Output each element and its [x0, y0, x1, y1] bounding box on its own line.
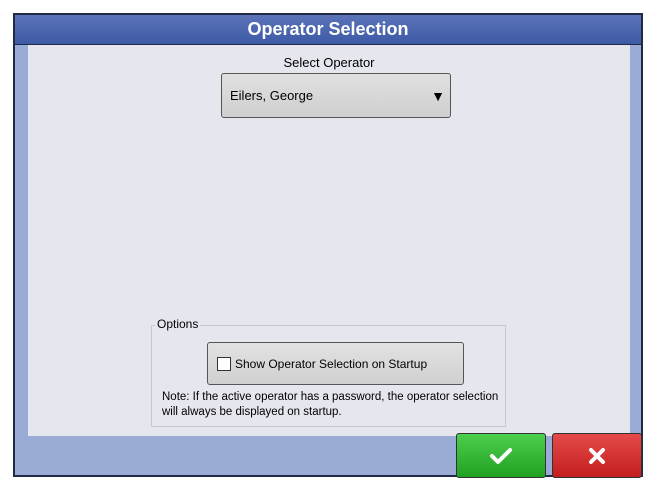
operator-dropdown[interactable]: Eilers, George ▼ — [221, 73, 451, 118]
confirm-button[interactable] — [456, 433, 546, 478]
checkmark-icon — [490, 447, 512, 465]
operator-dropdown-value: Eilers, George — [230, 88, 314, 103]
cancel-button[interactable] — [552, 433, 642, 478]
dialog-title: Operator Selection — [15, 15, 641, 45]
dialog-content: Select Operator Eilers, George ▼ Options… — [28, 45, 630, 436]
dropdown-arrow-icon: ▼ — [431, 88, 445, 104]
x-icon — [588, 447, 606, 465]
operator-selection-dialog: Operator Selection Select Operator Eiler… — [13, 13, 643, 478]
select-operator-label: Select Operator — [283, 55, 375, 70]
options-group: Options Show Operator Selection on Start… — [151, 317, 506, 427]
startup-checkbox[interactable] — [217, 356, 231, 371]
startup-checkbox-label: Show Operator Selection on Startup — [235, 356, 428, 371]
show-on-startup-toggle[interactable]: Show Operator Selection on Startup — [207, 342, 464, 385]
options-legend: Options — [155, 317, 201, 331]
password-note: Note: If the active operator has a passw… — [162, 391, 499, 418]
